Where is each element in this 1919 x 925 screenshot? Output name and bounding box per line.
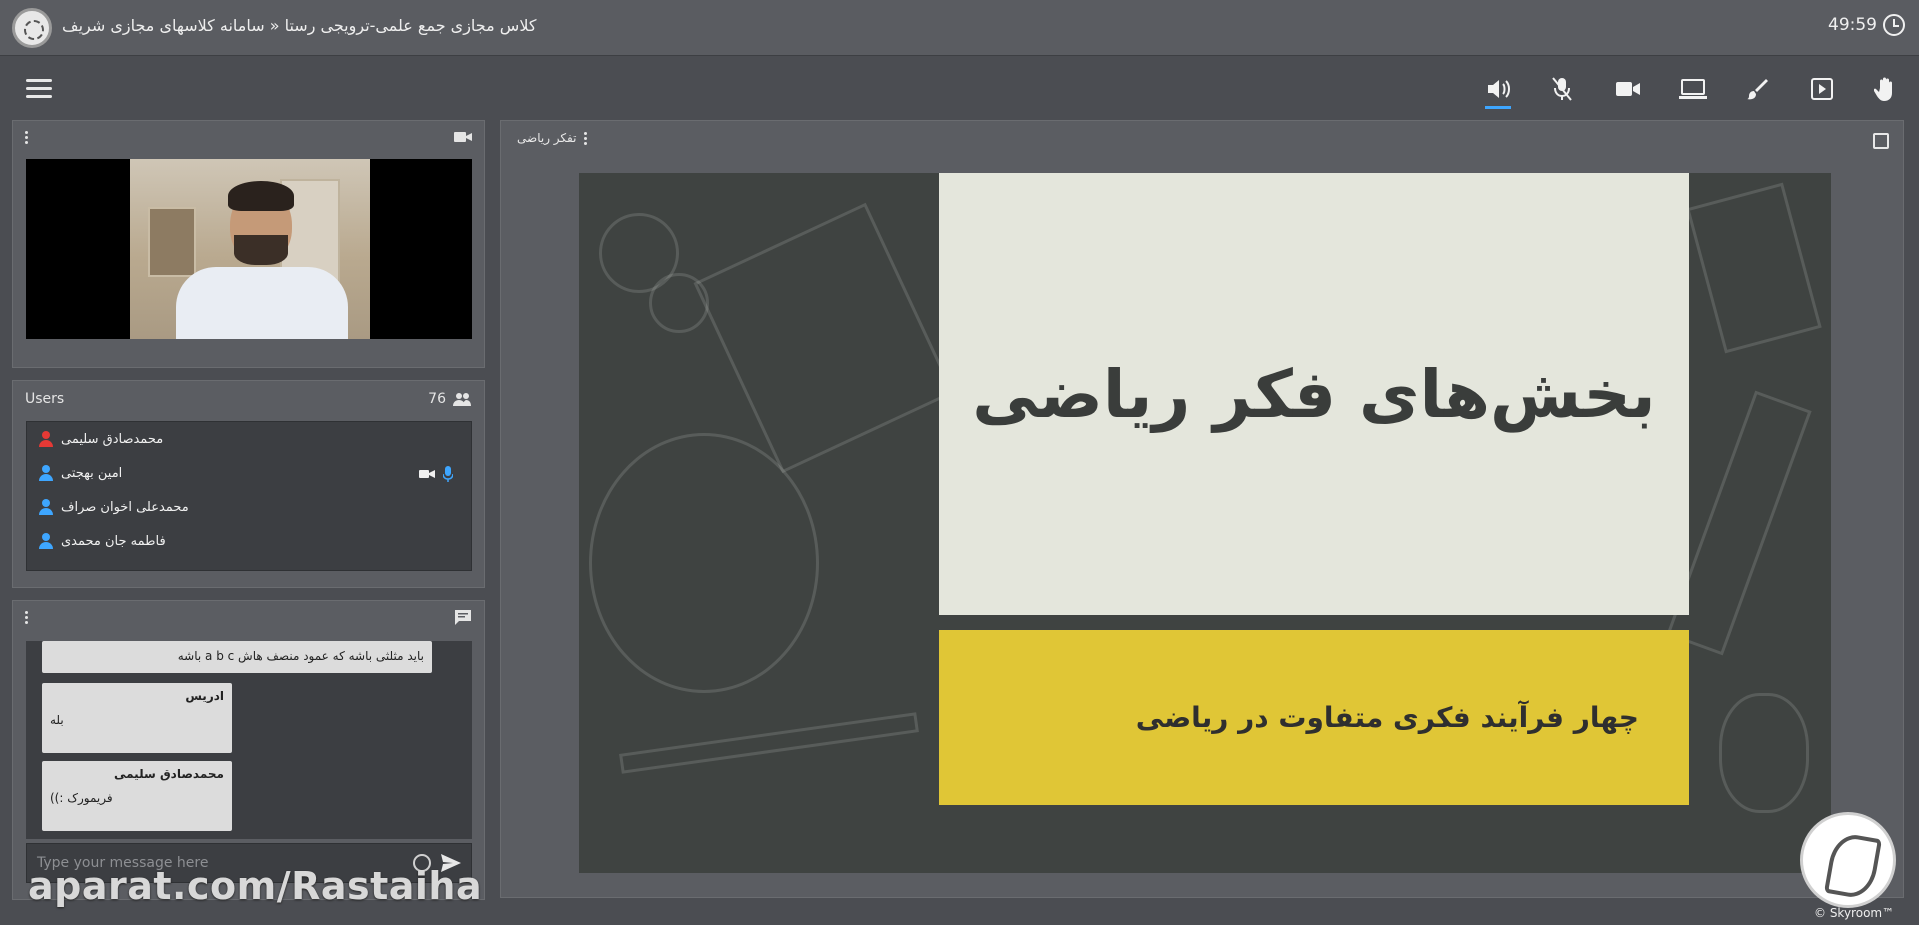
presentation-title: تفکر ریاضی xyxy=(517,131,577,145)
menu-button[interactable] xyxy=(26,79,52,99)
brush-icon[interactable] xyxy=(1742,73,1774,105)
watermark: aparat.com/Rastaiha xyxy=(28,864,483,908)
user-name: محمدصادق سلیمی xyxy=(61,431,164,447)
user-icon xyxy=(39,499,53,515)
slide-subtitle-box: چهار فرآیند فکری متفاوت در ریاضی xyxy=(939,630,1689,805)
user-mic-icon xyxy=(443,466,453,482)
chat-message-author: ادریس xyxy=(185,689,224,703)
timer-value: 49:59 xyxy=(1828,15,1877,35)
hand-icon[interactable] xyxy=(1870,73,1902,105)
user-row[interactable]: محمدصادق سلیمی xyxy=(27,422,471,456)
title-bar: کلاس مجازی جمع علمی-ترویجی رستا « سامانه… xyxy=(0,0,1919,56)
chat-icon xyxy=(455,610,471,625)
window-title: کلاس مجازی جمع علمی-ترویجی رستا « سامانه… xyxy=(62,16,537,35)
presentation-slide: بخش‌های فکر ریاضی چهار فرآیند فکری متفاو… xyxy=(579,173,1831,873)
panel-options-icon[interactable] xyxy=(584,131,588,145)
user-icon xyxy=(39,533,53,549)
slide-subtitle: چهار فرآیند فکری متفاوت در ریاضی xyxy=(1135,701,1639,734)
play-screen-icon[interactable] xyxy=(1806,73,1838,105)
speaker-icon[interactable] xyxy=(1482,73,1514,109)
brand-label: © Skyroom™ xyxy=(1814,906,1895,920)
user-camera-icon xyxy=(419,470,435,478)
user-icon xyxy=(39,465,53,481)
chat-messages: باید مثلثی باشه که عمود منصف هاش a b c ب… xyxy=(26,641,472,839)
user-name: امین بهجتی xyxy=(61,465,123,481)
chat-panel: باید مثلثی باشه که عمود منصف هاش a b c ب… xyxy=(12,600,485,900)
chat-message: محمدصادق سلیمی فریمورک :)) xyxy=(42,761,232,831)
panel-options-icon[interactable] xyxy=(25,130,29,144)
skyroom-logo-icon xyxy=(1800,812,1896,908)
chat-message-text: فریمورک :)) xyxy=(50,791,113,805)
chat-message-text: باید مثلثی باشه که عمود منصف هاش a b c ب… xyxy=(177,649,424,663)
chat-message: ادریس بله xyxy=(42,683,232,753)
fullscreen-icon[interactable] xyxy=(1873,133,1889,149)
users-panel: Users 76 محمدصادق سلیمی امین بهجتی محمدع… xyxy=(12,380,485,588)
user-name: فاطمه جان محمدی xyxy=(61,533,166,549)
users-group-icon xyxy=(453,393,471,406)
user-row[interactable]: محمدعلی اخوان صراف xyxy=(27,490,471,524)
mic-off-icon[interactable] xyxy=(1546,73,1578,105)
session-timer: 49:59 xyxy=(1828,14,1905,36)
chat-message-author: محمدصادق سلیمی xyxy=(113,767,224,781)
clock-icon xyxy=(1883,14,1905,36)
university-logo-icon xyxy=(12,8,52,48)
chat-message-text: بله xyxy=(50,713,64,727)
toolbar xyxy=(0,57,1919,119)
user-name: محمدعلی اخوان صراف xyxy=(61,499,189,515)
slide-title: بخش‌های فکر ریاضی xyxy=(972,355,1656,433)
users-panel-title: Users xyxy=(25,391,65,407)
presentation-panel: تفکر ریاضی بخش‌های فکر ریاضی چهار فرآیند… xyxy=(500,120,1904,898)
chat-message: باید مثلثی باشه که عمود منصف هاش a b c ب… xyxy=(42,641,432,673)
user-icon xyxy=(39,431,53,447)
panel-options-icon[interactable] xyxy=(25,610,29,624)
camera-icon[interactable] xyxy=(1612,73,1644,105)
video-camera-icon xyxy=(454,132,472,142)
users-count: 76 xyxy=(428,391,446,407)
user-row[interactable]: امین بهجتی xyxy=(27,456,471,490)
laptop-icon[interactable] xyxy=(1677,73,1709,105)
users-list: محمدصادق سلیمی امین بهجتی محمدعلی اخوان … xyxy=(26,421,472,571)
webcam-panel xyxy=(12,120,485,368)
user-row[interactable]: فاطمه جان محمدی xyxy=(27,524,471,558)
webcam-video xyxy=(26,159,472,339)
slide-title-box: بخش‌های فکر ریاضی xyxy=(939,173,1689,615)
